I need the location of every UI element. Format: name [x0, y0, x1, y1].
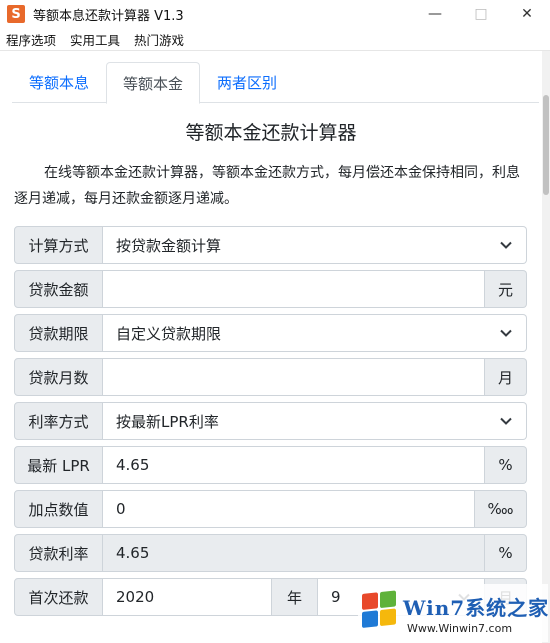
- rate-method-row: 利率方式 按最新LPR利率: [14, 402, 527, 440]
- latest-lpr-input[interactable]: 4.65: [103, 446, 485, 484]
- loan-term-value: 自定义贷款期限: [116, 324, 222, 343]
- title-bar: S 等额本息还款计算器 V1.3 — □ ✕: [0, 0, 550, 28]
- minimize-button[interactable]: —: [412, 0, 458, 28]
- loan-term-row: 贷款期限 自定义贷款期限: [14, 314, 527, 352]
- loan-rate-row: 贷款利率 4.65 %: [14, 534, 527, 572]
- tab-equal-installment[interactable]: 等额本息: [12, 62, 106, 103]
- rate-method-label: 利率方式: [14, 402, 103, 440]
- menu-bar: 程序选项 实用工具 热门游戏: [0, 28, 550, 50]
- tab-equal-principal[interactable]: 等额本金: [106, 62, 201, 104]
- loan-amount-unit: 元: [485, 270, 527, 308]
- calc-method-label: 计算方式: [14, 226, 103, 264]
- loan-term-select[interactable]: 自定义贷款期限: [103, 314, 527, 352]
- chevron-down-icon: [500, 417, 512, 425]
- basis-points-row: 加点数值 0 ‱: [14, 490, 527, 528]
- loan-months-input[interactable]: [103, 358, 485, 396]
- scrollbar-thumb[interactable]: [543, 95, 549, 195]
- first-payment-month-value: 9: [331, 588, 341, 606]
- app-icon: S: [7, 5, 25, 23]
- loan-rate-unit: %: [485, 534, 527, 572]
- latest-lpr-unit: %: [485, 446, 527, 484]
- watermark-url: Www.Winwin7.com: [407, 622, 513, 635]
- maximize-button[interactable]: □: [458, 0, 504, 28]
- first-payment-year-unit: 年: [272, 578, 318, 616]
- loan-rate-value: 4.65: [103, 534, 485, 572]
- loan-amount-row: 贷款金额 元: [14, 270, 527, 308]
- basis-points-unit: ‱: [475, 490, 527, 528]
- menu-hot-games[interactable]: 热门游戏: [134, 30, 184, 49]
- menu-utilities[interactable]: 实用工具: [70, 30, 120, 49]
- rate-method-select[interactable]: 按最新LPR利率: [103, 402, 527, 440]
- tab-bar: 等额本息 等额本金 两者区别: [12, 62, 539, 104]
- latest-lpr-row: 最新 LPR 4.65 %: [14, 446, 527, 484]
- page-title: 等额本金还款计算器: [185, 122, 357, 144]
- first-payment-year-input[interactable]: 2020: [103, 578, 272, 616]
- rate-method-value: 按最新LPR利率: [116, 412, 219, 431]
- loan-term-label: 贷款期限: [14, 314, 103, 352]
- watermark-text: Win7系统之家: [403, 596, 550, 620]
- vertical-scrollbar[interactable]: [542, 51, 550, 643]
- loan-rate-label: 贷款利率: [14, 534, 103, 572]
- chevron-down-icon: [500, 241, 512, 249]
- basis-points-input[interactable]: 0: [103, 490, 475, 528]
- loan-months-row: 贷款月数 月: [14, 358, 527, 396]
- calc-method-value: 按贷款金额计算: [116, 236, 222, 255]
- page-description: 在线等额本金还款计算器，等额本金还款方式，每月偿还本金保持相同，利息逐月递减，每…: [14, 165, 520, 207]
- loan-amount-input[interactable]: [103, 270, 485, 308]
- chevron-down-icon: [500, 329, 512, 337]
- tab-difference[interactable]: 两者区别: [200, 62, 294, 103]
- basis-points-label: 加点数值: [14, 490, 103, 528]
- menu-divider: [0, 50, 550, 51]
- calc-method-select[interactable]: 按贷款金额计算: [103, 226, 527, 264]
- loan-months-unit: 月: [485, 358, 527, 396]
- close-button[interactable]: ✕: [504, 0, 550, 28]
- loan-amount-label: 贷款金额: [14, 270, 103, 308]
- loan-months-label: 贷款月数: [14, 358, 103, 396]
- calc-method-row: 计算方式 按贷款金额计算: [14, 226, 527, 264]
- menu-program-options[interactable]: 程序选项: [6, 30, 56, 49]
- first-payment-label: 首次还款: [14, 578, 103, 616]
- latest-lpr-label: 最新 LPR: [14, 446, 103, 484]
- window-title: 等额本息还款计算器 V1.3: [33, 8, 184, 24]
